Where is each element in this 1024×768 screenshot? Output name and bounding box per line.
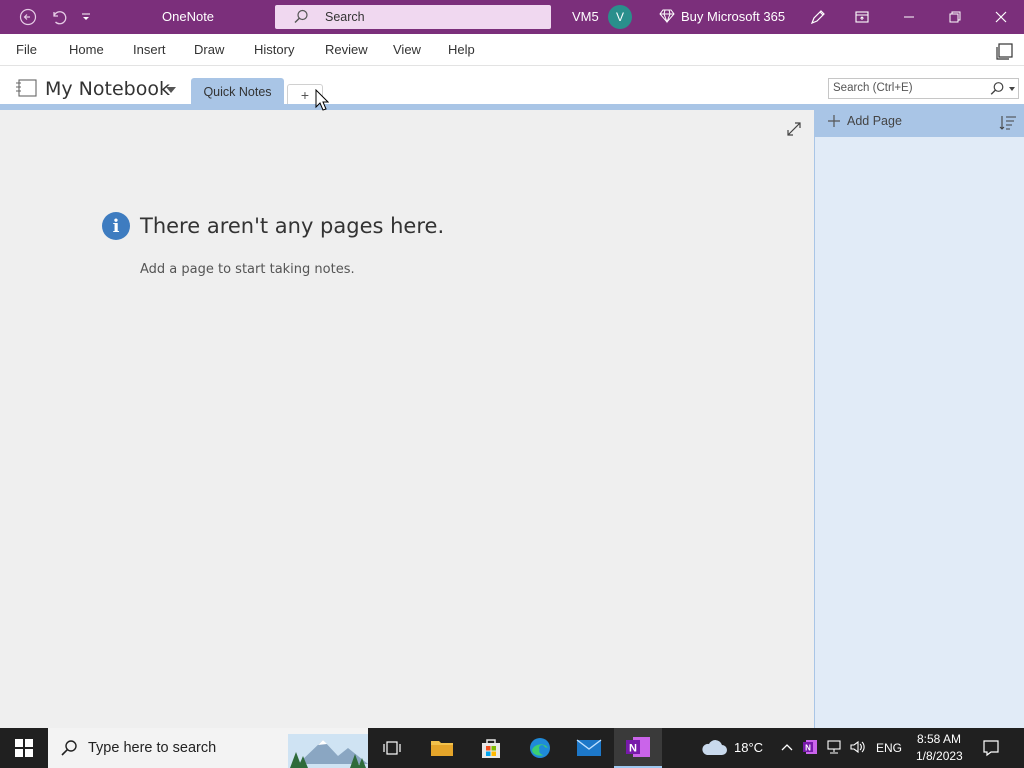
notifications-icon[interactable]	[982, 739, 1000, 757]
search-icon[interactable]	[989, 81, 1005, 97]
menu-draw[interactable]: Draw	[194, 42, 224, 57]
buy-microsoft-365-label: Buy Microsoft 365	[681, 8, 786, 24]
add-page-label: Add Page	[847, 114, 902, 128]
microsoft-store-button[interactable]	[467, 728, 515, 768]
file-explorer-button[interactable]	[418, 728, 466, 768]
avatar[interactable]: V	[608, 5, 632, 29]
menu-file[interactable]: File	[16, 42, 37, 57]
menu-help[interactable]: Help	[448, 42, 475, 57]
show-hidden-icons-icon[interactable]	[778, 738, 796, 756]
add-page-button[interactable]: Add Page	[827, 114, 902, 128]
cloud-icon[interactable]	[700, 739, 728, 757]
menu-insert[interactable]: Insert	[133, 42, 166, 57]
info-icon: i	[102, 212, 130, 240]
minimize-icon	[904, 16, 914, 18]
buy-microsoft-365-button[interactable]: Buy Microsoft 365	[659, 8, 785, 24]
empty-state-subtitle: Add a page to start taking notes.	[140, 262, 355, 277]
notebook-icon[interactable]	[14, 79, 38, 97]
volume-icon[interactable]	[848, 738, 866, 756]
edge-icon	[530, 738, 550, 758]
user-name[interactable]: VM5	[572, 9, 599, 24]
expand-icon[interactable]	[786, 121, 802, 137]
title-search-label: Search	[325, 10, 365, 24]
restore-icon	[949, 11, 961, 23]
minimize-button[interactable]	[886, 0, 932, 34]
taskbar-search-box[interactable]: Type here to search	[48, 728, 368, 768]
notebook-title[interactable]: My Notebook	[45, 78, 170, 100]
pen-icon[interactable]	[808, 7, 828, 27]
mail-icon	[576, 739, 602, 756]
task-view-button[interactable]	[368, 728, 416, 768]
svg-text:N: N	[805, 744, 811, 753]
menu-home[interactable]: Home	[69, 42, 104, 57]
onenote-tray-icon[interactable]: N	[801, 738, 819, 756]
onenote-taskbar-button[interactable]: N	[614, 728, 662, 768]
diamond-icon	[659, 9, 675, 24]
mouse-cursor-icon	[315, 89, 329, 111]
section-tab-quick-notes[interactable]: Quick Notes	[191, 78, 284, 105]
page-list-header: Add Page	[815, 110, 1024, 137]
page-canvas[interactable]: i There aren't any pages here. Add a pag…	[0, 110, 814, 728]
ribbon-menu-bar: File Home Insert Draw History Review Vie…	[0, 34, 1024, 66]
search-icon	[61, 740, 77, 756]
menu-history[interactable]: History	[254, 42, 294, 57]
empty-state-title: There aren't any pages here.	[140, 214, 445, 238]
restore-button[interactable]	[932, 0, 978, 34]
clock-date[interactable]: 1/8/2023	[916, 749, 963, 763]
folder-icon	[431, 741, 453, 756]
menu-review[interactable]: Review	[325, 42, 368, 57]
taskbar: Type here to search N 18°C N ENG 8:58 AM	[0, 728, 1024, 768]
customize-quick-access-icon[interactable]	[76, 7, 96, 27]
menu-view[interactable]: View	[393, 42, 421, 57]
title-search-box[interactable]: Search	[275, 5, 551, 29]
edge-browser-button[interactable]	[516, 728, 564, 768]
mail-button[interactable]	[565, 728, 613, 768]
taskbar-search-placeholder: Type here to search	[88, 740, 217, 756]
undo-icon[interactable]	[48, 7, 68, 27]
close-icon	[995, 11, 1007, 23]
page-list-pane: Add Page	[814, 110, 1024, 728]
network-icon[interactable]	[825, 738, 843, 756]
notebook-search-input[interactable]: Search (Ctrl+E)	[828, 78, 1019, 99]
start-button[interactable]	[0, 728, 48, 768]
notebook-search-placeholder: Search (Ctrl+E)	[833, 82, 913, 94]
store-icon	[482, 739, 500, 758]
sticky-notes-icon[interactable]	[996, 42, 1014, 60]
notebook-bar: My Notebook Quick Notes + Search (Ctrl+E…	[0, 66, 1024, 105]
task-view-icon	[383, 741, 401, 755]
back-icon[interactable]	[18, 7, 38, 27]
app-title: OneNote	[162, 9, 215, 24]
svg-text:N: N	[629, 743, 637, 755]
onenote-icon: N	[626, 737, 650, 757]
close-button[interactable]	[978, 0, 1024, 34]
search-highlight-illustration-icon	[288, 734, 368, 768]
plus-icon	[828, 115, 840, 127]
notebook-dropdown-icon[interactable]	[166, 87, 176, 93]
weather-temperature[interactable]: 18°C	[734, 740, 763, 755]
title-bar: OneNote Search VM5 V Buy Microsoft 365	[0, 0, 1024, 34]
language-indicator[interactable]: ENG	[876, 741, 902, 755]
windows-icon	[15, 739, 33, 757]
sort-icon[interactable]	[999, 114, 1017, 132]
clock-time[interactable]: 8:58 AM	[917, 732, 961, 746]
ribbon-display-options-icon[interactable]	[852, 7, 872, 27]
search-scope-dropdown-icon[interactable]	[1009, 87, 1015, 91]
search-icon	[294, 9, 308, 23]
